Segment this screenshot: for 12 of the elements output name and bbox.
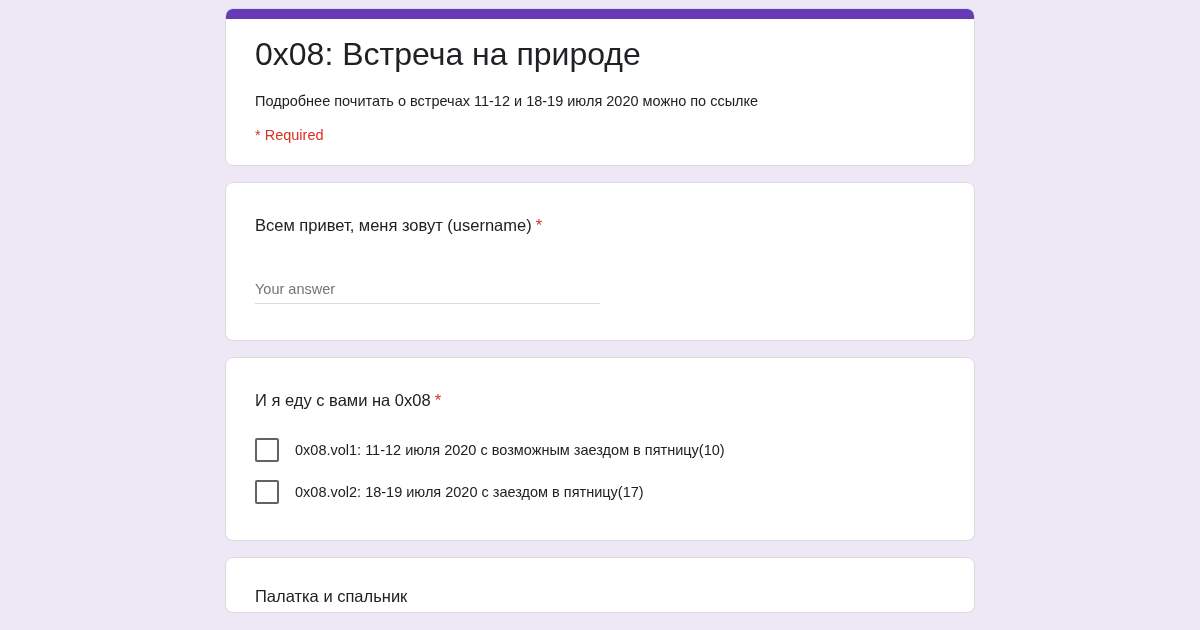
form-title: 0x08: Встреча на природе <box>255 35 642 74</box>
form-description: Подробнее почитать о встречах 11-12 и 18-19 июля 2020 можно по ссылке <box>255 92 760 111</box>
question-title: Всем привет, меня зовут (username) <box>255 216 532 234</box>
checkbox[interactable] <box>255 438 279 462</box>
required-asterisk: * <box>535 216 543 234</box>
option-label[interactable]: 0x08.vol2: 18-19 июля 2020 с заездом в пятницу(17) <box>295 484 644 500</box>
checkbox[interactable] <box>255 480 279 504</box>
question-title: Палатка и спальник <box>255 587 408 605</box>
required-asterisk: * <box>434 391 442 409</box>
required-note: * Required <box>255 127 325 143</box>
question-title: И я еду с вами на 0x08 <box>255 391 431 409</box>
option-label[interactable]: 0x08.vol1: 11-12 июля 2020 с возможным заездом в пятницу(10) <box>295 442 725 458</box>
